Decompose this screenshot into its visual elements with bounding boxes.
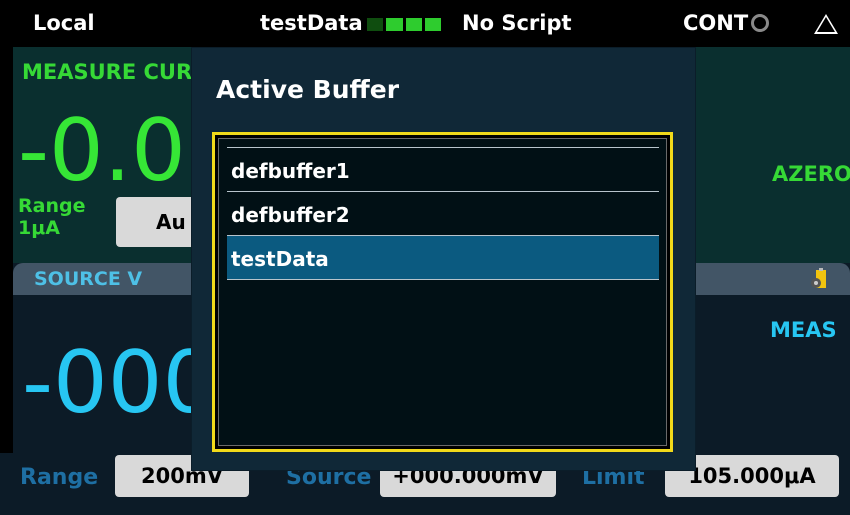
source-title: SOURCE V bbox=[34, 268, 143, 290]
azero-indicator: AZERO bbox=[772, 162, 850, 186]
buffer-list-inner: defbuffer1 defbuffer2 testData bbox=[218, 138, 667, 446]
local-mode-label[interactable]: Local bbox=[33, 11, 95, 35]
measure-range-button-label: Au bbox=[156, 210, 186, 234]
measure-range-title: Range bbox=[18, 195, 86, 217]
buffer-item-label: testData bbox=[231, 247, 329, 271]
buffer-item-label: defbuffer2 bbox=[231, 203, 350, 227]
buffer-item-label: defbuffer1 bbox=[231, 159, 350, 183]
buffer-list[interactable]: defbuffer1 defbuffer2 testData bbox=[212, 132, 673, 452]
buffer-item-defbuffer1[interactable]: defbuffer1 bbox=[227, 147, 659, 191]
buffer-item-defbuffer2[interactable]: defbuffer2 bbox=[227, 191, 659, 235]
buffer-item-testdata[interactable]: testData bbox=[227, 235, 659, 280]
source-value: -000 bbox=[22, 333, 218, 433]
trigger-mode-label[interactable]: CONT bbox=[683, 11, 748, 35]
source-range-label: Range bbox=[20, 465, 99, 490]
measure-range-label: Range 1μA bbox=[18, 195, 85, 239]
measure-value: -0.0 bbox=[18, 101, 186, 201]
meas-indicator: MEAS bbox=[770, 318, 837, 342]
active-buffer-label[interactable]: testData bbox=[260, 11, 363, 35]
warning-triangle-icon[interactable] bbox=[814, 14, 838, 34]
script-label[interactable]: No Script bbox=[462, 11, 572, 35]
buffer-fill-indicator[interactable] bbox=[367, 18, 441, 31]
dialog-title: Active Buffer bbox=[216, 75, 400, 104]
measure-title: MEASURE CUR bbox=[22, 60, 193, 84]
cont-sync-icon[interactable] bbox=[751, 14, 769, 32]
measure-range-value: 1μA bbox=[18, 217, 60, 239]
settings-icon[interactable] bbox=[810, 268, 830, 290]
